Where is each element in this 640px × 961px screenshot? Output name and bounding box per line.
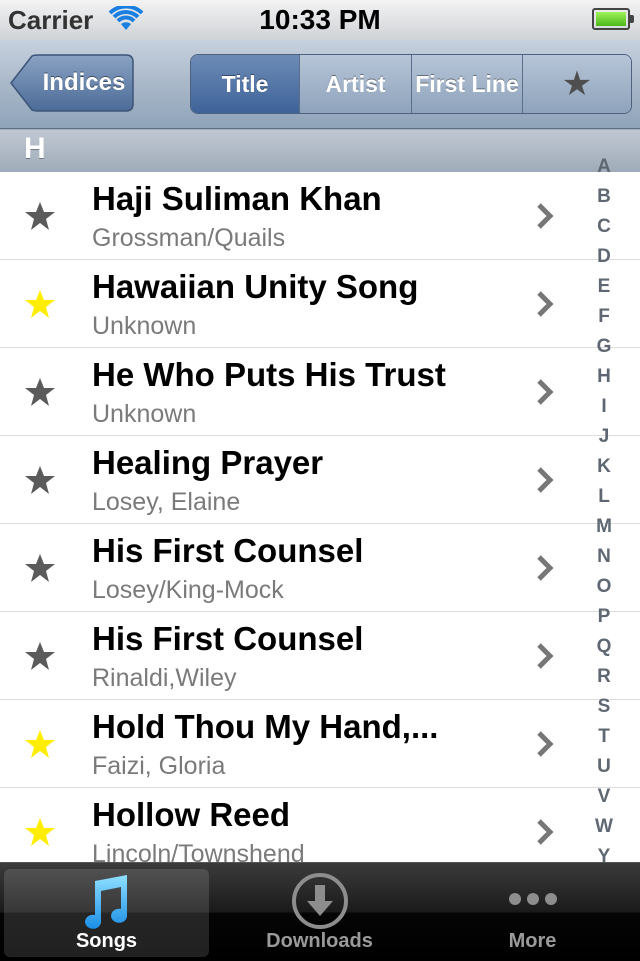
back-button-label: Indices: [42, 69, 126, 96]
chevron-right-icon: [537, 731, 554, 757]
index-letter[interactable]: R: [588, 662, 620, 692]
star-icon[interactable]: [24, 816, 56, 848]
song-artist: Faizi, Gloria: [92, 752, 226, 780]
song-list: Haji Suliman Khan Grossman/Quails Hawaii…: [0, 172, 640, 862]
index-letter[interactable]: P: [588, 602, 620, 632]
index-letter[interactable]: J: [588, 422, 620, 452]
index-letter[interactable]: E: [588, 272, 620, 302]
chevron-right-icon: [537, 643, 554, 669]
star-icon[interactable]: [24, 640, 56, 672]
tab-more[interactable]: More: [430, 869, 635, 957]
song-artist: Rinaldi,Wiley: [92, 664, 237, 692]
index-letter[interactable]: V: [588, 782, 620, 812]
table-row[interactable]: He Who Puts His Trust Unknown: [0, 348, 640, 436]
tab-songs[interactable]: Songs: [4, 869, 209, 957]
index-letter[interactable]: N: [588, 542, 620, 572]
status-bar: Carrier 10:33 PM: [0, 0, 640, 40]
index-letter[interactable]: A: [588, 152, 620, 182]
song-title: Hold Thou My Hand,...: [92, 708, 439, 745]
song-title: He Who Puts His Trust: [92, 356, 446, 393]
index-letter[interactable]: G: [588, 332, 620, 362]
tab-bar: Songs Downloads More: [0, 862, 640, 961]
index-letter[interactable]: D: [588, 242, 620, 272]
index-letter[interactable]: W: [588, 812, 620, 842]
star-icon[interactable]: [24, 376, 56, 408]
segment-title[interactable]: Title: [191, 55, 300, 113]
tab-downloads-label: Downloads: [266, 930, 373, 952]
battery-icon: [592, 8, 634, 30]
index-letter[interactable]: O: [588, 572, 620, 602]
table-row[interactable]: Hawaiian Unity Song Unknown: [0, 260, 640, 348]
index-letter[interactable]: F: [588, 302, 620, 332]
index-letter[interactable]: I: [588, 392, 620, 422]
index-letter[interactable]: L: [588, 482, 620, 512]
chevron-right-icon: [537, 203, 554, 229]
song-artist: Unknown: [92, 312, 197, 340]
song-title: His First Counsel: [92, 532, 364, 569]
music-note-icon: [84, 875, 127, 929]
back-button[interactable]: Indices: [10, 54, 134, 112]
song-artist: Losey, Elaine: [92, 488, 241, 516]
song-artist: Unknown: [92, 400, 197, 428]
table-row[interactable]: His First Counsel Rinaldi,Wiley: [0, 612, 640, 700]
star-icon[interactable]: [24, 200, 56, 232]
segment-favorites-star-icon[interactable]: ★: [523, 55, 631, 113]
song-title: Hollow Reed: [92, 796, 291, 833]
segment-first-line[interactable]: First Line: [412, 55, 523, 113]
table-row[interactable]: His First Counsel Losey/King-Mock: [0, 524, 640, 612]
section-header-letter: H: [24, 132, 46, 165]
index-letter[interactable]: T: [588, 722, 620, 752]
segment-artist[interactable]: Artist: [300, 55, 412, 113]
tab-more-label: More: [508, 930, 557, 952]
song-title: His First Counsel: [92, 620, 364, 657]
chevron-right-icon: [537, 467, 554, 493]
chevron-right-icon: [537, 819, 554, 845]
tab-downloads[interactable]: Downloads: [217, 869, 422, 957]
index-letter[interactable]: B: [588, 182, 620, 212]
star-icon[interactable]: [24, 288, 56, 320]
song-title: Haji Suliman Khan: [92, 180, 382, 217]
star-icon[interactable]: [24, 728, 56, 760]
navigation-bar: Indices Title Artist First Line ★: [0, 40, 640, 129]
chevron-right-icon: [537, 291, 554, 317]
song-artist: Lincoln/Townshend: [92, 840, 305, 862]
table-row[interactable]: Hollow Reed Lincoln/Townshend: [0, 788, 640, 862]
section-index[interactable]: A B C D E F G H I J K L M N O P Q R S T …: [588, 152, 620, 867]
index-letter[interactable]: K: [588, 452, 620, 482]
sort-segmented-control: Title Artist First Line ★: [190, 54, 632, 114]
song-artist: Losey/King-Mock: [92, 576, 284, 604]
index-letter[interactable]: U: [588, 752, 620, 782]
star-icon[interactable]: [24, 552, 56, 584]
tab-songs-label: Songs: [75, 930, 138, 952]
index-letter[interactable]: S: [588, 692, 620, 722]
table-row[interactable]: Healing Prayer Losey, Elaine: [0, 436, 640, 524]
index-letter[interactable]: Q: [588, 632, 620, 662]
index-letter[interactable]: M: [588, 512, 620, 542]
song-title: Hawaiian Unity Song: [92, 268, 419, 305]
chevron-right-icon: [537, 379, 554, 405]
download-icon: [291, 873, 348, 929]
song-title: Healing Prayer: [92, 444, 324, 481]
clock: 10:33 PM: [259, 4, 381, 35]
index-letter[interactable]: C: [588, 212, 620, 242]
song-artist: Grossman/Quails: [92, 224, 286, 252]
index-letter[interactable]: H: [588, 362, 620, 392]
table-row[interactable]: Haji Suliman Khan Grossman/Quails: [0, 172, 640, 260]
star-icon[interactable]: [24, 464, 56, 496]
table-row[interactable]: Hold Thou My Hand,... Faizi, Gloria: [0, 700, 640, 788]
section-header: H: [0, 129, 640, 173]
more-dots-icon: [508, 893, 557, 905]
chevron-right-icon: [537, 555, 554, 581]
